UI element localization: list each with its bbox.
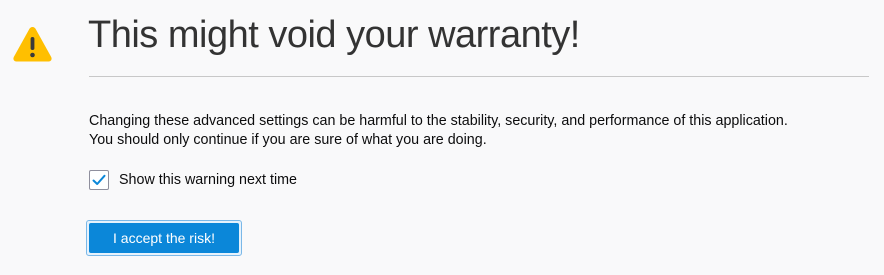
page-title: This might void your warranty! [88,14,580,56]
warning-message-line-2: You should only continue if you are sure… [89,132,487,148]
warning-message-line-1: Changing these advanced settings can be … [89,113,788,129]
show-warning-checkbox-row[interactable]: Show this warning next time [89,168,297,192]
warning-message: Changing these advanced settings can be … [89,112,869,150]
accept-risk-button[interactable]: I accept the risk! [86,220,242,256]
warning-icon [12,25,53,63]
show-warning-checkbox[interactable] [89,170,109,190]
checkmark-icon [92,174,106,185]
show-warning-label[interactable]: Show this warning next time [119,172,297,188]
accept-risk-button-label[interactable]: I accept the risk! [89,223,239,253]
title-divider [89,76,869,77]
